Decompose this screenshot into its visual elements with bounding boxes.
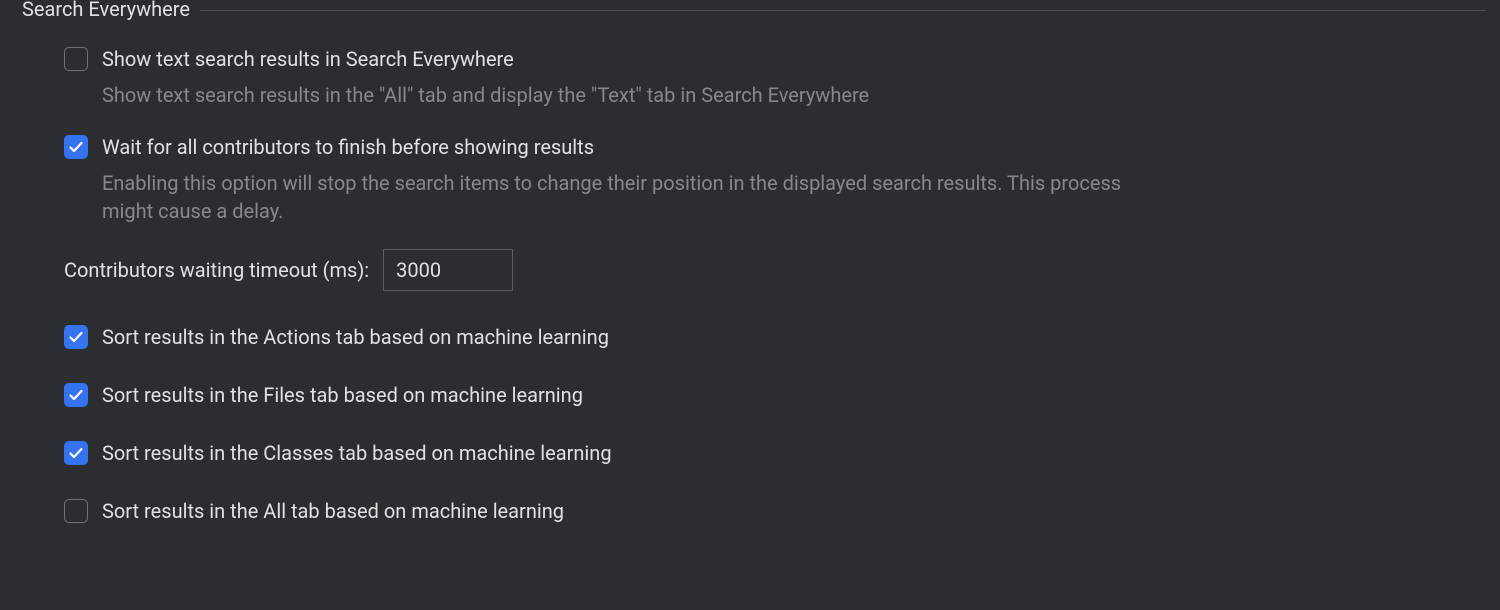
section-title: Search Everywhere <box>14 0 200 21</box>
check-icon <box>68 329 84 345</box>
sort-actions-row: Sort results in the Actions tab based on… <box>64 323 1474 351</box>
sort-all-checkbox[interactable] <box>64 499 88 523</box>
sort-files-label[interactable]: Sort results in the Files tab based on m… <box>102 381 583 409</box>
search-everywhere-section: Search Everywhere Show text search resul… <box>14 10 1486 525</box>
show-text-search-description: Show text search results in the "All" ta… <box>102 81 1162 109</box>
timeout-input[interactable] <box>383 249 513 291</box>
sort-classes-checkbox[interactable] <box>64 441 88 465</box>
sort-all-row: Sort results in the All tab based on mac… <box>64 497 1474 525</box>
wait-contributors-row: Wait for all contributors to finish befo… <box>64 133 1474 161</box>
check-icon <box>68 139 84 155</box>
show-text-search-label[interactable]: Show text search results in Search Every… <box>102 45 514 73</box>
check-icon <box>68 387 84 403</box>
sort-classes-row: Sort results in the Classes tab based on… <box>64 439 1474 467</box>
timeout-row: Contributors waiting timeout (ms): <box>64 249 1474 291</box>
sort-files-row: Sort results in the Files tab based on m… <box>64 381 1474 409</box>
timeout-label: Contributors waiting timeout (ms): <box>64 258 369 282</box>
section-content: Show text search results in Search Every… <box>14 35 1486 525</box>
sort-files-checkbox[interactable] <box>64 383 88 407</box>
sort-actions-label[interactable]: Sort results in the Actions tab based on… <box>102 323 609 351</box>
sort-classes-label[interactable]: Sort results in the Classes tab based on… <box>102 439 612 467</box>
show-text-search-checkbox[interactable] <box>64 47 88 71</box>
sort-all-label[interactable]: Sort results in the All tab based on mac… <box>102 497 564 525</box>
show-text-search-row: Show text search results in Search Every… <box>64 45 1474 73</box>
check-icon <box>68 445 84 461</box>
sort-actions-checkbox[interactable] <box>64 325 88 349</box>
wait-contributors-checkbox[interactable] <box>64 135 88 159</box>
wait-contributors-label[interactable]: Wait for all contributors to finish befo… <box>102 133 594 161</box>
wait-contributors-description: Enabling this option will stop the searc… <box>102 169 1162 225</box>
